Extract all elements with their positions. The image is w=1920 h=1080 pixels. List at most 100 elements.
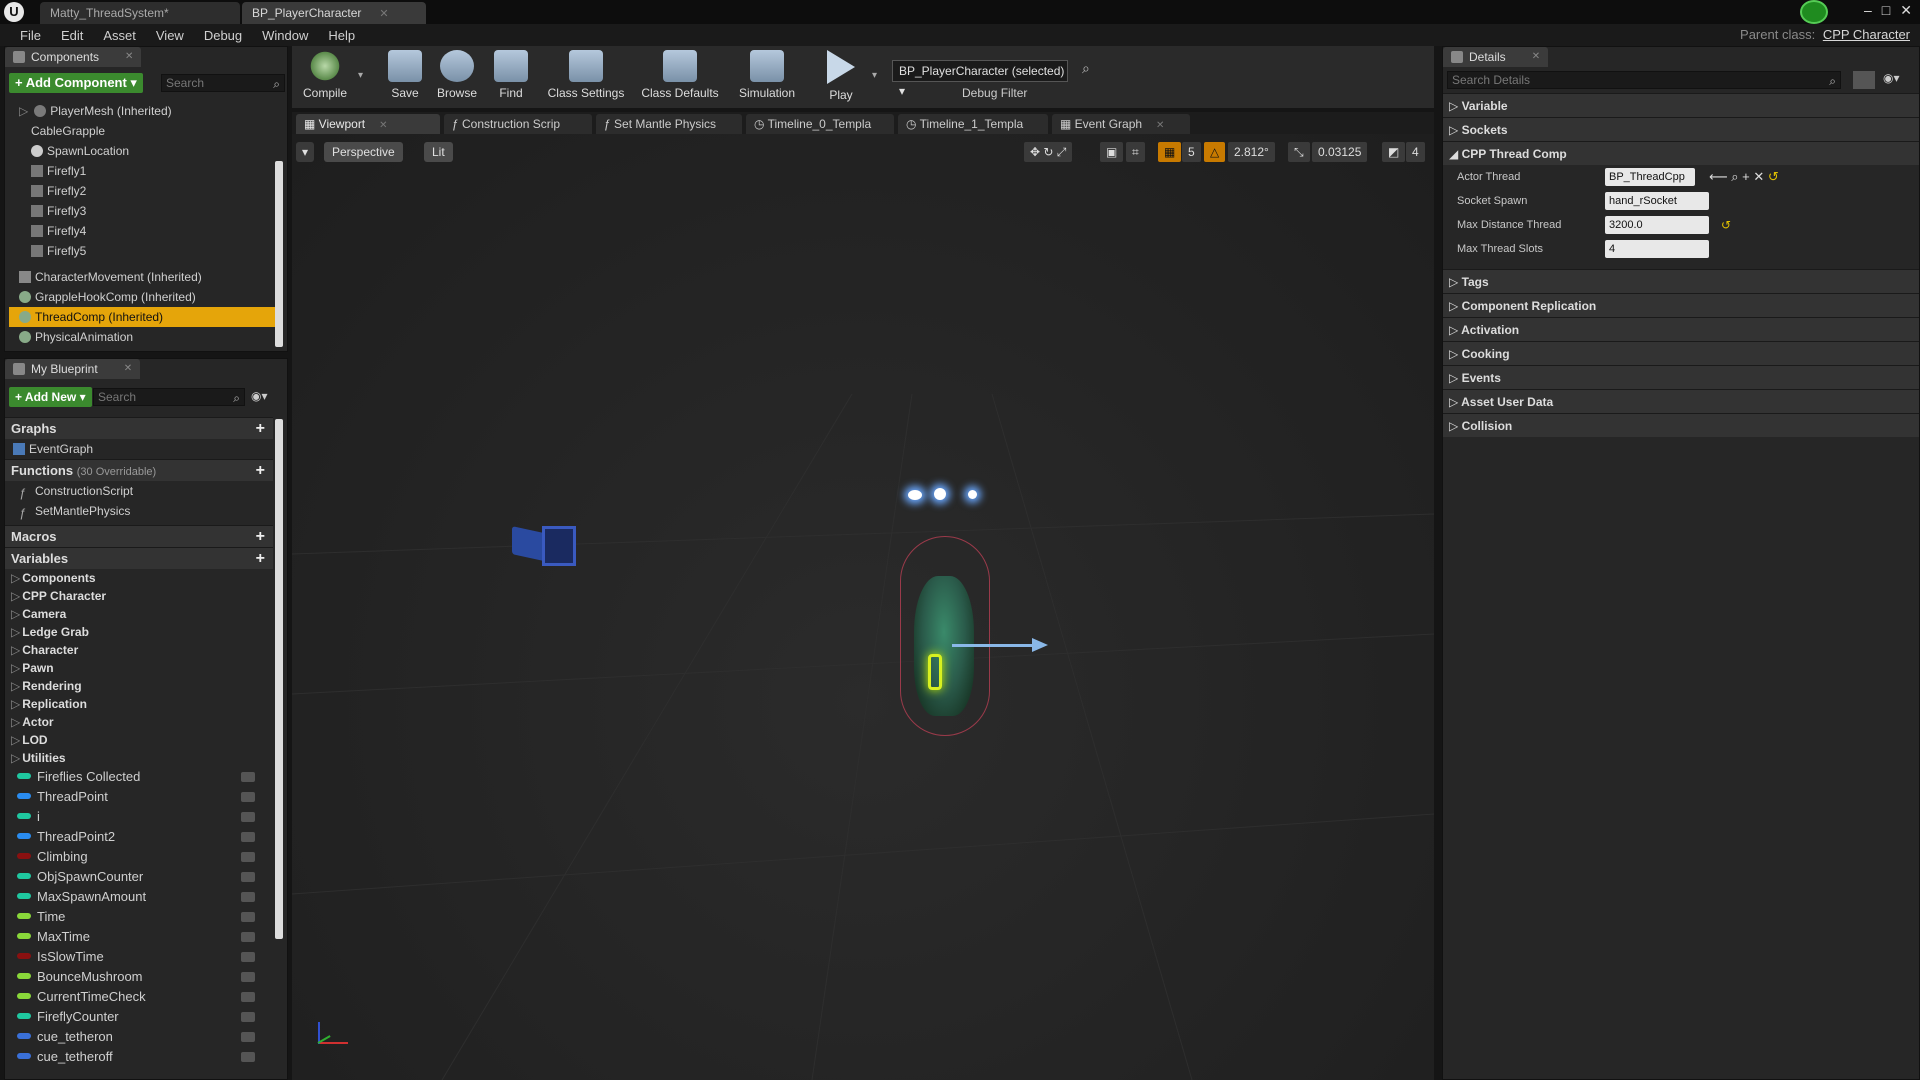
menu-view[interactable]: View <box>146 28 194 43</box>
variable-item[interactable]: cue_tetheron <box>5 1027 273 1047</box>
details-section[interactable]: ▷ Events <box>1443 365 1919 389</box>
blueprint-search-input[interactable]: Search ⌕ <box>93 388 245 406</box>
graph-item[interactable]: EventGraph <box>5 439 273 459</box>
document-tab-thread-system[interactable]: Matty_ThreadSystem* <box>40 2 240 24</box>
visibility-toggle-icon[interactable] <box>241 932 255 942</box>
reset-icon[interactable]: ↺ <box>1721 213 1731 237</box>
close-icon[interactable]: ✕ <box>379 8 388 20</box>
close-icon[interactable]: ✕ <box>379 120 387 131</box>
details-section[interactable]: ▷ Activation <box>1443 317 1919 341</box>
function-item[interactable]: ƒ SetMantlePhysics <box>5 501 273 521</box>
find-button[interactable]: Find <box>482 50 540 106</box>
scrollbar[interactable] <box>275 419 283 939</box>
close-icon[interactable]: ✕ <box>125 47 133 67</box>
browse-button[interactable]: Browse <box>428 50 486 106</box>
visibility-toggle-icon[interactable] <box>241 792 255 802</box>
compile-options-chevron-icon[interactable]: ▾ <box>358 70 363 81</box>
function-item[interactable]: ƒ ConstructionScript <box>5 481 273 501</box>
component-item[interactable]: ▷ PlayerMesh (Inherited) <box>9 101 275 121</box>
add-macro-icon[interactable]: + <box>256 526 265 548</box>
add-graph-icon[interactable]: + <box>256 418 265 440</box>
variable-item[interactable]: FireflyCounter <box>5 1007 273 1027</box>
menu-debug[interactable]: Debug <box>194 28 252 43</box>
tab-timeline-1[interactable]: ◷ Timeline_1_Templa <box>898 114 1048 134</box>
variable-item[interactable]: ObjSpawnCounter <box>5 867 273 887</box>
visibility-toggle-icon[interactable] <box>241 852 255 862</box>
add-function-icon[interactable]: + <box>256 460 265 482</box>
visibility-toggle-icon[interactable] <box>241 992 255 1002</box>
max-thread-slots-input[interactable]: 4 <box>1605 240 1709 258</box>
variable-item[interactable]: Fireflies Collected <box>5 767 273 787</box>
variable-item[interactable]: BounceMushroom <box>5 967 273 987</box>
close-icon[interactable]: ✕ <box>1156 120 1164 131</box>
section-variable[interactable]: ▷ Variable <box>1443 93 1919 117</box>
debug-search-icon[interactable]: ⌕ <box>1082 60 1090 77</box>
variable-category[interactable]: ▷ Character <box>5 641 273 659</box>
tab-set-mantle-physics[interactable]: ƒ Set Mantle Physics <box>596 114 742 134</box>
surface-snap-icon[interactable]: ▣ <box>1100 142 1124 162</box>
compile-button[interactable]: Compile <box>296 50 354 106</box>
menu-file[interactable]: File <box>10 28 51 43</box>
section-cpp-thread-comp[interactable]: ◢ CPP Thread Comp <box>1443 141 1919 165</box>
menu-asset[interactable]: Asset <box>93 28 146 43</box>
simulation-button[interactable]: Simulation <box>732 50 802 106</box>
camera-speed-value[interactable]: 4 <box>1406 142 1425 162</box>
variable-item[interactable]: i <box>5 807 273 827</box>
viewport-options-chevron-icon[interactable]: ▾ <box>296 142 315 162</box>
tab-viewport[interactable]: ▦ Viewport ✕ <box>296 114 440 134</box>
actor-thread-select[interactable]: BP_ThreadCpp ▾ <box>1605 168 1695 201</box>
tab-timeline-0[interactable]: ◷ Timeline_0_Templa <box>746 114 894 134</box>
variable-item[interactable]: cue_tetheroff <box>5 1047 273 1067</box>
my-blueprint-tab[interactable]: My Blueprint ✕ <box>5 359 141 379</box>
details-section[interactable]: ▷ Collision <box>1443 413 1919 437</box>
close-window-icon[interactable]: ✕ <box>1900 2 1912 22</box>
clear-icon[interactable]: ✕ <box>1753 169 1764 184</box>
details-section[interactable]: ▷ Tags <box>1443 269 1919 293</box>
menu-help[interactable]: Help <box>318 28 365 43</box>
scale-snap-value[interactable]: 0.03125 <box>1312 142 1368 162</box>
visibility-toggle-icon[interactable] <box>241 1012 255 1022</box>
visibility-toggle-icon[interactable] <box>241 812 255 822</box>
tab-construction-script[interactable]: ƒ Construction Scrip <box>444 114 592 134</box>
visibility-toggle-icon[interactable] <box>241 1032 255 1042</box>
variable-category[interactable]: ▷ Camera <box>5 605 273 623</box>
grid-snap-icon[interactable]: ⌗ <box>1126 142 1145 162</box>
details-tab[interactable]: Details ✕ <box>1443 47 1549 67</box>
add-variable-icon[interactable]: + <box>256 548 265 570</box>
scale-snap-icon[interactable]: ⤡ <box>1288 142 1310 162</box>
camera-speed-icon[interactable]: ◩ <box>1382 142 1406 162</box>
parent-class-link[interactable]: CPP Character <box>1823 27 1910 42</box>
visibility-eye-icon[interactable]: ◉▾ <box>1883 71 1900 85</box>
class-defaults-button[interactable]: Class Defaults <box>636 50 724 106</box>
variable-category[interactable]: ▷ Actor <box>5 713 273 731</box>
rotation-snap-icon[interactable]: △ <box>1204 142 1226 162</box>
variable-item[interactable]: ThreadPoint2 <box>5 827 273 847</box>
variable-item[interactable]: Climbing <box>5 847 273 867</box>
lit-button[interactable]: Lit <box>424 142 453 162</box>
functions-section[interactable]: Functions (30 Overridable) + <box>5 459 273 481</box>
variable-item[interactable]: MaxSpawnAmount <box>5 887 273 907</box>
tab-event-graph[interactable]: ▦ Event Graph ✕ <box>1052 114 1190 134</box>
play-button[interactable]: Play <box>812 50 870 106</box>
reset-icon[interactable]: ↺ <box>1768 169 1779 184</box>
menu-window[interactable]: Window <box>252 28 318 43</box>
component-item[interactable]: Firefly4 <box>9 221 275 241</box>
visibility-eye-icon[interactable]: ◉▾ <box>251 389 268 403</box>
details-section[interactable]: ▷ Cooking <box>1443 341 1919 365</box>
variable-item[interactable]: MaxTime <box>5 927 273 947</box>
component-item-selected[interactable]: ThreadComp (Inherited) <box>9 307 275 327</box>
visibility-toggle-icon[interactable] <box>241 832 255 842</box>
add-component-button[interactable]: + Add Component ▾ <box>9 73 143 93</box>
component-item[interactable]: PhysicalAnimation <box>9 327 275 347</box>
component-item[interactable]: Firefly1 <box>9 161 275 181</box>
close-icon[interactable]: ✕ <box>1532 47 1540 67</box>
variable-category[interactable]: ▷ LOD <box>5 731 273 749</box>
variables-section[interactable]: Variables + <box>5 547 273 569</box>
viewport[interactable]: ▾ Perspective Lit ✥ ↻ ⤢ ▣ ⌗ ▦ 5 △ 2.812°… <box>292 134 1434 1080</box>
minimize-icon[interactable]: – <box>1864 2 1872 22</box>
visibility-toggle-icon[interactable] <box>241 952 255 962</box>
close-icon[interactable]: ✕ <box>124 359 132 379</box>
variable-category[interactable]: ▷ Ledge Grab <box>5 623 273 641</box>
visibility-toggle-icon[interactable] <box>241 872 255 882</box>
maximize-icon[interactable]: □ <box>1882 2 1890 22</box>
